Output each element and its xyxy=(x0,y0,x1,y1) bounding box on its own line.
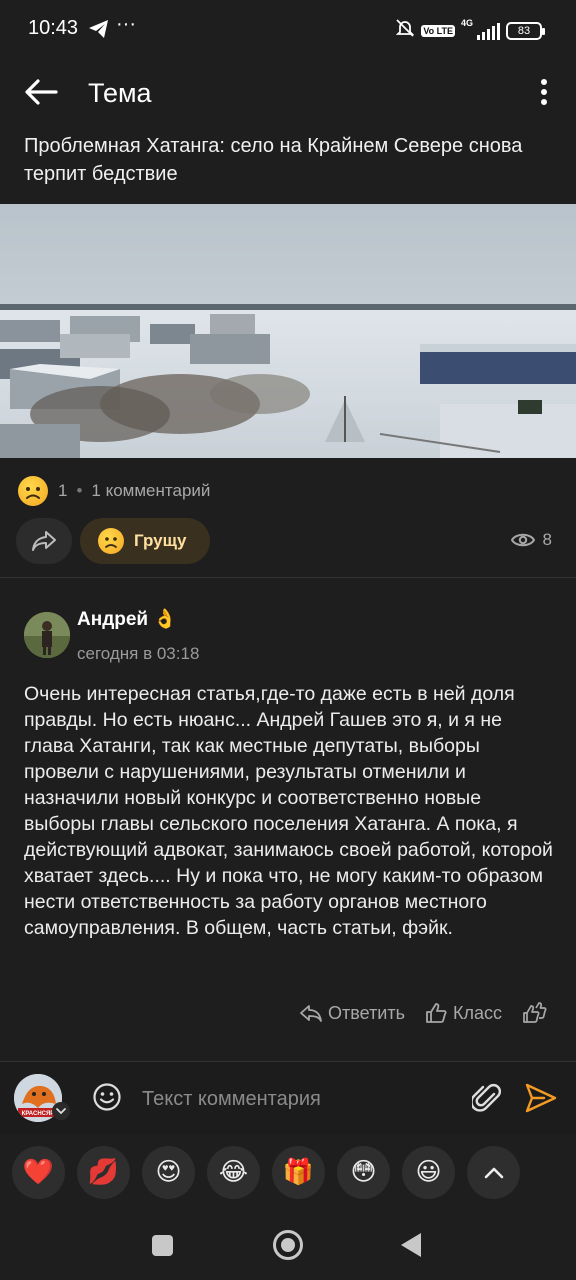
share-button[interactable] xyxy=(16,518,72,564)
signal-icon: 4G xyxy=(461,18,500,40)
more-menu-button[interactable] xyxy=(534,76,554,108)
double-thumbs-up-icon xyxy=(523,1002,547,1023)
back-button[interactable] xyxy=(22,76,60,108)
sad-face-icon xyxy=(18,476,48,506)
reaction-count: 1 xyxy=(58,481,68,500)
comment-timestamp: сегодня в 03:18 xyxy=(77,644,200,663)
more-notifications-icon: ··· xyxy=(116,13,136,35)
reaction-label: Грущу xyxy=(134,531,187,550)
emoji-picker-button[interactable] xyxy=(92,1082,122,1112)
home-button[interactable] xyxy=(273,1230,303,1260)
battery-icon: 83 xyxy=(506,21,545,40)
reaction-button[interactable]: Грущу xyxy=(80,518,210,564)
app-bar: Тема xyxy=(0,58,576,128)
comments-count[interactable]: 1 комментарий xyxy=(91,481,210,501)
smile-reaction-icon[interactable]: 😃 xyxy=(402,1146,455,1199)
telegram-icon xyxy=(88,19,110,44)
quick-reactions: ❤️ 💋 😍 😂 🎁 😳 😃 xyxy=(12,1146,520,1199)
smiley-icon xyxy=(93,1083,121,1111)
battery-level: 83 xyxy=(517,24,531,37)
article-photo[interactable] xyxy=(0,204,576,458)
like-label: Класс xyxy=(453,1002,502,1023)
author-name: Андрей xyxy=(77,609,149,630)
expand-reactions-button[interactable] xyxy=(467,1146,520,1199)
network-type: 4G xyxy=(461,17,474,28)
commenter-avatar[interactable] xyxy=(24,612,70,658)
share-arrow-icon xyxy=(32,531,56,551)
laughing-reaction-icon[interactable]: 😂 xyxy=(207,1146,260,1199)
send-icon xyxy=(525,1083,557,1113)
comment-author[interactable]: Андрей 👌 xyxy=(77,607,177,631)
avatar-caption: КРАСНСЯР xyxy=(22,1111,55,1117)
status-indicators: Vo LTE 4G 83 xyxy=(395,18,545,43)
chevron-down-icon[interactable] xyxy=(52,1102,70,1120)
heart-reaction-icon[interactable]: ❤️ xyxy=(12,1146,65,1199)
gift-reaction-icon[interactable]: 🎁 xyxy=(272,1146,325,1199)
reply-label: Ответить xyxy=(328,1002,405,1023)
recents-button[interactable] xyxy=(152,1235,173,1256)
separator-dot: • xyxy=(76,481,83,500)
attach-button[interactable] xyxy=(470,1082,502,1114)
divider xyxy=(0,577,576,578)
comment-input[interactable] xyxy=(142,1082,452,1116)
sad-face-icon xyxy=(98,528,124,554)
system-nav-bar xyxy=(0,1212,576,1280)
flushed-reaction-icon[interactable]: 😳 xyxy=(337,1146,390,1199)
reaction-summary[interactable]: 1 • 1 комментарий xyxy=(18,474,210,508)
mute-icon xyxy=(395,18,415,43)
status-bar: 10:43 ··· Vo LTE 4G 83 xyxy=(0,0,576,58)
likes-list-button[interactable] xyxy=(522,1002,548,1024)
chevron-up-icon xyxy=(484,1167,503,1178)
heart-eyes-reaction-icon[interactable]: 😍 xyxy=(142,1146,195,1199)
comment-actions: Ответить Класс xyxy=(300,1002,548,1024)
page-title: Тема xyxy=(88,78,152,108)
like-button[interactable]: Класс xyxy=(425,1002,502,1024)
status-time: 10:43 xyxy=(28,17,79,39)
arrow-left-icon xyxy=(25,79,58,105)
views-count: 8 xyxy=(542,530,552,549)
send-button[interactable] xyxy=(524,1082,558,1114)
thumbs-up-icon xyxy=(426,1003,447,1023)
paperclip-icon xyxy=(470,1084,501,1112)
kebab-menu-icon xyxy=(541,79,547,105)
article-title[interactable]: Проблемная Хатанга: село на Крайнем Севе… xyxy=(24,132,554,188)
reply-icon xyxy=(300,1005,322,1022)
system-back-button[interactable] xyxy=(401,1233,421,1257)
ok-hand-icon: 👌 xyxy=(153,609,178,630)
comment-text: Очень интересная статья,где-то даже есть… xyxy=(24,683,553,939)
views-counter: 8 xyxy=(510,530,552,550)
reply-button[interactable]: Ответить xyxy=(300,1003,405,1024)
comment-input-bar: КРАСНСЯР xyxy=(0,1062,576,1134)
kiss-reaction-icon[interactable]: 💋 xyxy=(77,1146,130,1199)
eye-icon xyxy=(510,533,535,547)
volte-badge: Vo LTE xyxy=(421,24,455,37)
